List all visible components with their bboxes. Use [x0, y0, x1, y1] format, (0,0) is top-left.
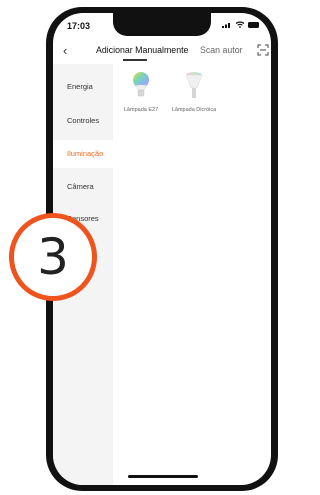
device-label: Lâmpada E27 — [123, 107, 159, 113]
step-number-badge: 3 — [9, 213, 97, 301]
status-icons — [222, 21, 259, 28]
step-number: 3 — [37, 228, 69, 286]
signal-icon — [222, 23, 230, 28]
tab-scan[interactable]: Scan autor — [200, 45, 243, 55]
bulb-e27-icon — [133, 72, 149, 97]
sidebar-item-controles[interactable]: Controles — [53, 107, 113, 135]
scan-icon[interactable] — [257, 44, 269, 56]
device-label: Lâmpada Dicróica — [171, 107, 217, 113]
device-bulb-e27[interactable]: Lâmpada E27 — [111, 71, 171, 113]
tab-add-manually[interactable]: Adicionar Manualmente — [96, 45, 188, 55]
active-tab-indicator — [123, 59, 147, 61]
chevron-left-icon[interactable]: ‹ — [63, 43, 67, 58]
bulb-dichroic-icon — [185, 72, 203, 98]
sidebar-item-energia[interactable]: Energia — [53, 73, 113, 101]
wifi-icon — [235, 21, 245, 28]
battery-icon — [248, 21, 259, 28]
status-time: 17:03 — [67, 21, 91, 31]
header-bar: ‹ Adicionar Manualmente Scan autor — [53, 40, 271, 64]
sidebar-item-iluminacao[interactable]: Iluminação — [53, 140, 113, 168]
home-indicator — [128, 475, 198, 478]
status-bar: 17:03 — [53, 13, 271, 39]
device-bulb-dichroic[interactable]: Lâmpada Dicróica — [164, 71, 224, 113]
sidebar-item-camera[interactable]: Câmera — [53, 173, 113, 201]
